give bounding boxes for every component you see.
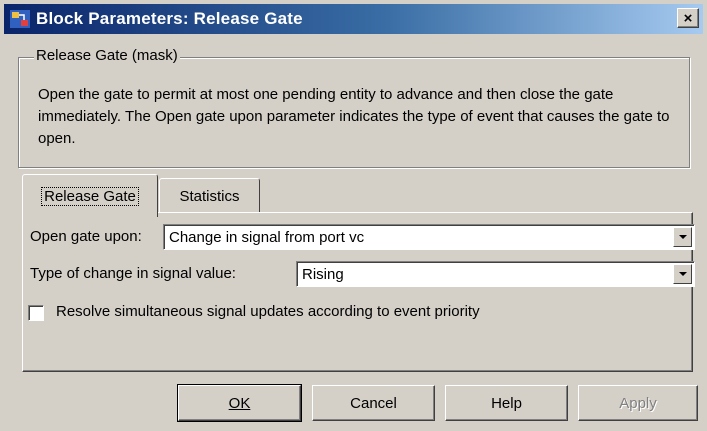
change-type-label: Type of change in signal value: bbox=[30, 265, 236, 282]
groupbox-legend: Release Gate (mask) bbox=[34, 47, 180, 64]
open-gate-dropdown-button[interactable] bbox=[673, 227, 692, 247]
tab-release-gate-label: Release Gate bbox=[41, 186, 139, 206]
close-button[interactable]: × bbox=[677, 8, 699, 28]
change-type-select[interactable]: Rising bbox=[296, 261, 695, 287]
chevron-down-icon bbox=[678, 235, 687, 239]
apply-button-label: Apply bbox=[619, 394, 657, 412]
change-type-value: Rising bbox=[302, 266, 344, 283]
mask-description: Open the gate to permit at most one pend… bbox=[38, 86, 670, 147]
resolve-priority-label[interactable]: Resolve simultaneous signal updates acco… bbox=[56, 303, 480, 320]
simulink-block-icon bbox=[10, 10, 30, 28]
tab-release-gate[interactable]: Release Gate bbox=[22, 174, 158, 217]
help-button[interactable]: Help bbox=[445, 385, 568, 421]
resolve-priority-checkbox[interactable] bbox=[28, 305, 44, 321]
title-bar[interactable]: Block Parameters: Release Gate × bbox=[4, 4, 703, 34]
ok-button-label: OK bbox=[228, 394, 251, 412]
tab-statistics-label: Statistics bbox=[179, 187, 240, 205]
ok-button[interactable]: OK bbox=[177, 384, 302, 422]
chevron-down-icon bbox=[678, 272, 687, 276]
open-gate-select[interactable]: Change in signal from port vc bbox=[163, 224, 695, 250]
tab-statistics[interactable]: Statistics bbox=[159, 178, 260, 213]
change-type-dropdown-button[interactable] bbox=[673, 264, 692, 284]
open-gate-value: Change in signal from port vc bbox=[169, 229, 365, 246]
close-icon: × bbox=[683, 9, 693, 27]
open-gate-label: Open gate upon: bbox=[30, 228, 142, 245]
window-title: Block Parameters: Release Gate bbox=[36, 9, 303, 28]
block-parameters-dialog: Block Parameters: Release Gate × Release… bbox=[0, 0, 707, 431]
apply-button[interactable]: Apply bbox=[578, 385, 698, 421]
cancel-button-label: Cancel bbox=[350, 394, 397, 412]
help-button-label: Help bbox=[491, 394, 522, 412]
cancel-button[interactable]: Cancel bbox=[312, 385, 435, 421]
